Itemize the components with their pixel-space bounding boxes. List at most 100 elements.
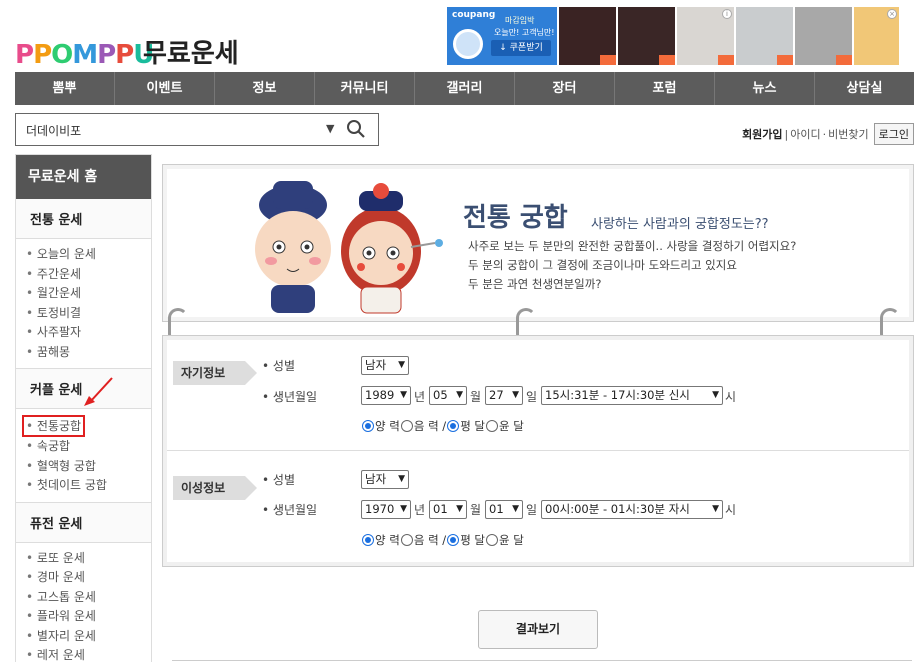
other-solar-radio[interactable] <box>362 534 374 546</box>
birth-label: 생년월일 <box>262 501 317 518</box>
join-link[interactable]: 회원가입 <box>742 126 782 142</box>
sidebar-section-title: 퓨전 운세 <box>16 502 151 543</box>
sidebar-item[interactable]: 속궁합 <box>26 437 151 457</box>
banner-desc-line: 두 분의 궁합이 그 결정에 조금이나마 도와드리고 있지요 <box>468 258 737 272</box>
ad-tag <box>836 55 852 65</box>
other-lunar-radio[interactable] <box>400 534 413 546</box>
logo-letter: M <box>72 40 98 70</box>
search-icon[interactable] <box>346 119 366 139</box>
ad-product-image[interactable] <box>618 7 675 65</box>
nav-item-gallery[interactable]: 갤러리 <box>415 72 515 105</box>
chevron-down-icon: ▼ <box>400 390 407 400</box>
logo-letter: O <box>51 40 73 70</box>
find-id-link[interactable]: 아이디 <box>790 126 820 142</box>
site-title[interactable]: 무료운세 <box>143 33 239 70</box>
other-day-select[interactable]: 01 ▼ <box>485 500 523 519</box>
nav-item-info[interactable]: 정보 <box>215 72 315 105</box>
ad-product-image[interactable] <box>559 7 616 65</box>
nav-item-community[interactable]: 커뮤니티 <box>315 72 415 105</box>
ad-close-icon[interactable]: × <box>887 9 897 19</box>
other-leap-month-radio[interactable] <box>486 534 499 546</box>
ad-coupang[interactable]: coupang 마감임박 오늘만! 고객님만! ↓ 쿠폰받기 <box>447 7 557 65</box>
ad-product-image[interactable]: × <box>854 7 899 65</box>
sidebar-item[interactable]: 별자리 운세 <box>26 627 151 647</box>
find-password-link[interactable]: 비번찾기 <box>828 126 868 142</box>
nav-item-forum[interactable]: 포럼 <box>615 72 715 105</box>
ad-tag <box>777 55 793 65</box>
sidebar-home[interactable]: 무료운세 홈 <box>16 155 151 199</box>
ppomppu-logo[interactable]: PPOMPPU <box>15 40 154 70</box>
logo-letter: P <box>97 40 116 70</box>
self-time-select[interactable]: 15시:31분 - 17시:30분 신시 ▼ <box>541 386 723 405</box>
nav-item-news[interactable]: 뉴스 <box>715 72 815 105</box>
sidebar-item[interactable]: 오늘의 운세 <box>26 245 151 265</box>
unit-day: 일 <box>526 390 538 404</box>
sidebar-section-title: 전통 운세 <box>16 199 151 239</box>
nav-item-consult[interactable]: 상담실 <box>815 72 914 105</box>
main-nav: 뽐뿌 이벤트 정보 커뮤니티 갤러리 장터 포럼 뉴스 상담실 <box>15 72 914 105</box>
search-input[interactable] <box>26 121 316 139</box>
self-solar-radio[interactable] <box>362 420 374 432</box>
ad-product-image[interactable] <box>795 7 852 65</box>
chevron-down-icon: ▼ <box>398 474 405 484</box>
nav-item-market[interactable]: 장터 <box>515 72 615 105</box>
sidebar-item[interactable]: 경마 운세 <box>26 568 151 588</box>
ad-tag <box>659 55 675 65</box>
sidebar-item[interactable]: 사주팔자 <box>26 323 151 343</box>
other-time-select[interactable]: 00시:00분 - 01시:30분 자시 ▼ <box>541 500 723 519</box>
self-year-select[interactable]: 1989 ▼ <box>361 386 411 405</box>
sidebar-item[interactable]: 로또 운세 <box>26 549 151 569</box>
nav-item-ppomppu[interactable]: 뽐뿌 <box>15 72 115 105</box>
ad-product-image[interactable] <box>736 7 793 65</box>
ad-product-image[interactable]: i <box>677 7 734 65</box>
banner-inner: 전통 궁합 사랑하는 사람과의 궁합정도는?? 사주로 보는 두 분만의 완전한… <box>167 169 909 317</box>
couple-illustration-icon <box>255 181 443 314</box>
red-arrow-annotation-icon <box>84 377 113 406</box>
sidebar-item[interactable]: 토정비결 <box>26 304 151 324</box>
other-year-select[interactable]: 1970 ▼ <box>361 500 411 519</box>
sidebar-item[interactable]: 월간운세 <box>26 284 151 304</box>
self-month-select[interactable]: 05 ▼ <box>429 386 467 405</box>
other-day-value: 01 <box>489 502 504 516</box>
radio-label: 평 달 <box>460 533 486 547</box>
radio-label: 양 력 <box>375 533 400 547</box>
banner-title: 전통 궁합 <box>463 203 568 233</box>
nav-item-event[interactable]: 이벤트 <box>115 72 215 105</box>
self-day-select[interactable]: 27 ▼ <box>485 386 523 405</box>
sidebar-item-traditional-compat[interactable]: 전통궁합 <box>22 415 86 437</box>
gender-label: 성별 <box>262 471 295 488</box>
radio-label: 양 력 <box>375 419 400 433</box>
sidebar-item[interactable]: 꿈해몽 <box>26 343 151 363</box>
banner-subtitle: 사랑하는 사람과의 궁합정도는?? <box>591 217 769 232</box>
sidebar-item[interactable]: 레저 운세 <box>26 646 151 662</box>
login-button[interactable]: 로그인 <box>873 123 914 145</box>
ad-banner[interactable]: coupang 마감임박 오늘만! 고객님만! ↓ 쿠폰받기 i × <box>447 7 914 65</box>
self-lunar-radio[interactable] <box>400 420 413 432</box>
other-month-select[interactable]: 01 ▼ <box>429 500 467 519</box>
gender-label: 성별 <box>262 357 295 374</box>
sidebar-item[interactable]: 혈액형 궁합 <box>26 457 151 477</box>
self-leap-month-radio[interactable] <box>486 420 499 432</box>
ad-coupon-button[interactable]: ↓ 쿠폰받기 <box>491 40 551 56</box>
self-calendar-radios: 양 력 음 력 / 평 달 윤 달 <box>362 418 524 434</box>
chevron-down-icon: ▼ <box>712 504 719 514</box>
sidebar-item[interactable]: 플라워 운세 <box>26 607 151 627</box>
ad-info-icon[interactable]: i <box>722 9 732 19</box>
chevron-down-icon: ▼ <box>512 504 519 514</box>
self-normal-month-radio[interactable] <box>447 420 460 432</box>
view-result-button[interactable]: 결과보기 <box>478 610 598 649</box>
sidebar-item[interactable]: 첫데이트 궁합 <box>26 476 151 496</box>
self-year-value: 1989 <box>365 388 395 402</box>
ad-line1: 마감임박 <box>505 16 535 25</box>
account-links: 회원가입 | 아이디 · 비번찾기 로그인 <box>742 123 914 145</box>
self-gender-select[interactable]: 남자 ▼ <box>361 356 409 375</box>
radio-label: 윤 달 <box>499 533 524 547</box>
sidebar-item[interactable]: 주간운세 <box>26 265 151 285</box>
search-dropdown-icon[interactable]: ▼ <box>326 122 334 135</box>
other-normal-month-radio[interactable] <box>447 534 460 546</box>
other-gender-select[interactable]: 남자 ▼ <box>361 470 409 489</box>
other-gender-value: 남자 <box>365 472 387 486</box>
sidebar-item[interactable]: 고스톱 운세 <box>26 588 151 608</box>
unit-hour: 시 <box>725 503 737 517</box>
birth-label: 생년월일 <box>262 388 317 405</box>
